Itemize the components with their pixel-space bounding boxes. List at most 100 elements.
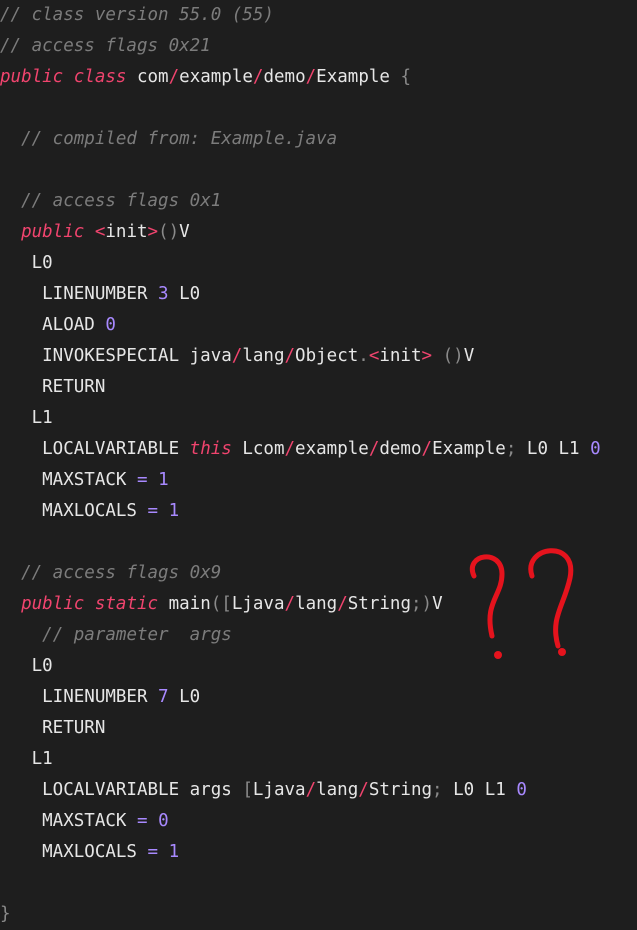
code-token-plain: main [158,594,211,614]
code-token-keyword: static [94,594,159,614]
code-token-slash: / [284,439,296,459]
code-line: LOCALVARIABLE args [Ljava/lang/String; L… [0,775,527,806]
code-line: // access flags 0x1 [0,186,221,217]
code-line: L0 [0,651,53,682]
code-token-plain: L0 [0,253,53,273]
code-token-plain: MAXLOCALS [0,842,148,862]
code-line: RETURN [0,713,105,744]
code-token-plain: RETURN [0,377,106,397]
code-line: } [0,899,11,930]
code-line: public <init>()V [0,217,190,248]
code-token-slash: / [284,594,296,614]
code-token-op: = [136,811,148,831]
code-token-slash: / [305,780,317,800]
code-line: ALOAD 0 [0,310,116,341]
code-line: public static main([Ljava/lang/String;)V [0,589,443,620]
code-token-plain: V [432,594,443,614]
code-token-plain: Ljava [252,780,306,800]
code-token-keyword: public [21,222,85,242]
code-token-plain: LOCALVARIABLE [0,439,190,459]
code-token-number: 1 [158,470,169,490]
question-mark-dot-1 [494,651,502,659]
code-token-plain: L0 [168,687,201,707]
code-token-plain: INVOKESPECIAL java [0,346,232,366]
code-line: LINENUMBER 3 L0 [0,279,200,310]
question-mark-stroke-1 [469,554,505,639]
question-mark-stroke-2 [528,548,574,649]
code-token-slash: / [305,67,317,87]
code-token-plain: String [368,780,433,800]
code-token-comment: // parameter args [42,625,232,645]
code-token-plain: lang [316,780,359,800]
code-token-op: = [147,842,159,862]
code-line: LOCALVARIABLE this Lcom/example/demo/Exa… [0,434,601,465]
code-token-op: = [136,470,148,490]
code-token-plain: demo [263,67,306,87]
code-token-punct: ;) [410,594,433,614]
code-token-comment: // compiled from: Example.java [21,129,338,149]
code-line: // parameter args [0,620,232,651]
code-token-number: 3 [158,284,169,304]
question-marks-annotation [469,548,574,659]
code-token-plain: init [105,222,148,242]
code-token-plain: L0 L1 [516,439,591,459]
code-token-punct: } [0,904,11,924]
code-token-slash: / [358,780,369,800]
code-token-plain: L1 [0,408,53,428]
code-token-slash: / [337,594,348,614]
code-token-number: 7 [158,687,169,707]
code-token-plain: String [347,594,411,614]
code-token-number: 0 [516,780,527,800]
code-token-plain: LOCALVARIABLE args [0,780,243,800]
code-token-plain: V [463,346,475,366]
code-token-plain: lang [242,346,285,366]
code-token-comment: // class version 55.0 (55) [0,5,274,25]
code-token-slash: / [168,67,180,87]
code-token-plain: Object [295,346,359,366]
code-line: // class version 55.0 (55) [0,0,274,31]
code-token-keyword: this [189,439,232,459]
code-token-slash: > [421,346,433,366]
code-line: public class com/example/demo/Example { [0,62,411,93]
code-token-op: = [147,501,159,521]
code-token-comment: // access flags 0x21 [0,36,211,56]
code-token-keyword: class [73,67,127,87]
code-token-plain: Ljava [231,594,285,614]
code-token-plain: Lcom [231,439,285,459]
code-line: L0 [0,248,53,279]
code-token-number: 0 [158,811,169,831]
code-line: // access flags 0x21 [0,31,211,62]
code-line: MAXLOCALS = 1 [0,837,179,868]
code-token-punct: ; [432,780,443,800]
code-token-plain: Example [432,439,506,459]
code-token-plain: L0 [168,284,201,304]
code-token-plain: init [379,346,422,366]
code-token-plain: L0 [0,656,53,676]
code-token-slash: < [94,222,106,242]
code-token-punct: [ [242,780,253,800]
code-line: // access flags 0x9 [0,558,221,589]
code-line: L1 [0,403,53,434]
code-token-plain: com [126,67,169,87]
code-token-slash: / [252,67,264,87]
code-line: MAXLOCALS = 1 [0,496,179,527]
code-token-plain: MAXSTACK [0,470,137,490]
code-line: LINENUMBER 7 L0 [0,682,200,713]
code-line: MAXSTACK = 0 [0,806,169,837]
code-token-plain: V [179,222,190,242]
code-line: MAXSTACK = 1 [0,465,169,496]
code-token-plain: MAXSTACK [0,811,137,831]
code-token-slash: / [421,439,433,459]
code-token-plain: example [295,439,369,459]
